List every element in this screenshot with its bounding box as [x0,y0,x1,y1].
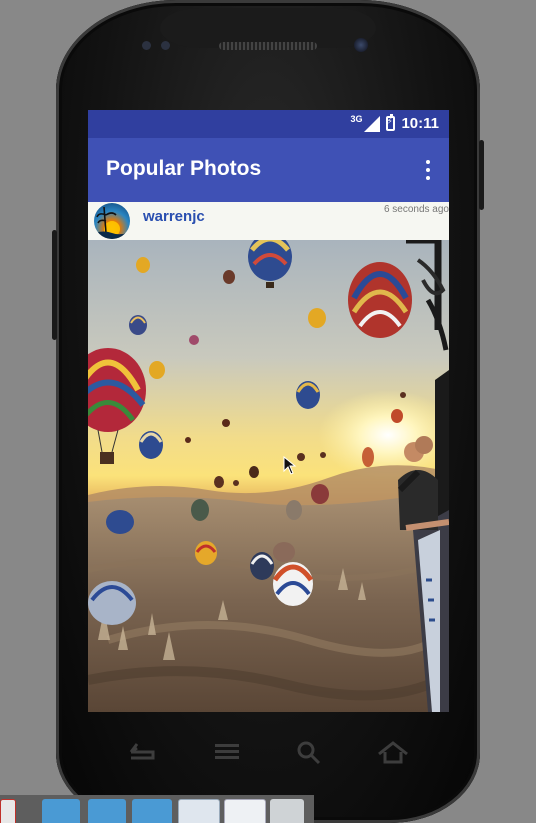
window-thumbnail-icon[interactable] [224,799,266,823]
hardware-nav-keys [0,730,536,778]
post-photo[interactable] [88,240,449,712]
signal-icon [364,115,381,132]
avatar[interactable] [94,203,130,239]
power-button[interactable] [479,140,484,210]
home-icon[interactable] [377,740,409,764]
mouse-cursor-icon [283,456,297,475]
emulator-window: 3G 10:11 Popular Photos warrenjc 6 secon… [0,0,536,823]
status-clock: 10:11 [401,115,439,132]
battery-charging-icon [386,114,396,131]
back-icon[interactable] [127,740,155,762]
status-bar: 3G 10:11 [88,110,449,138]
front-camera [354,38,368,52]
post-header[interactable]: warrenjc 6 seconds ago [88,202,449,240]
proximity-sensor [142,41,151,50]
folder-icon[interactable] [132,799,172,823]
menu-icon[interactable] [213,740,241,762]
page-title: Popular Photos [106,157,262,180]
network-type: 3G [350,113,363,124]
post-timestamp: 6 seconds ago [383,204,449,215]
device-screen: 3G 10:11 Popular Photos warrenjc 6 secon… [88,110,449,712]
desktop-taskbar [0,795,314,823]
volume-button[interactable] [52,230,57,340]
search-icon[interactable] [296,740,322,766]
window-thumbnail-icon[interactable] [178,799,220,823]
more-vert-icon[interactable] [425,160,431,180]
taskbar-app-icon[interactable] [0,799,16,823]
trash-icon[interactable] [270,799,304,823]
app-bar: Popular Photos [88,138,449,202]
speaker-grille [219,42,317,50]
folder-icon[interactable] [88,799,126,823]
folder-icon[interactable] [42,799,80,823]
light-sensor [161,41,170,50]
username-link[interactable]: warrenjc [143,208,205,225]
